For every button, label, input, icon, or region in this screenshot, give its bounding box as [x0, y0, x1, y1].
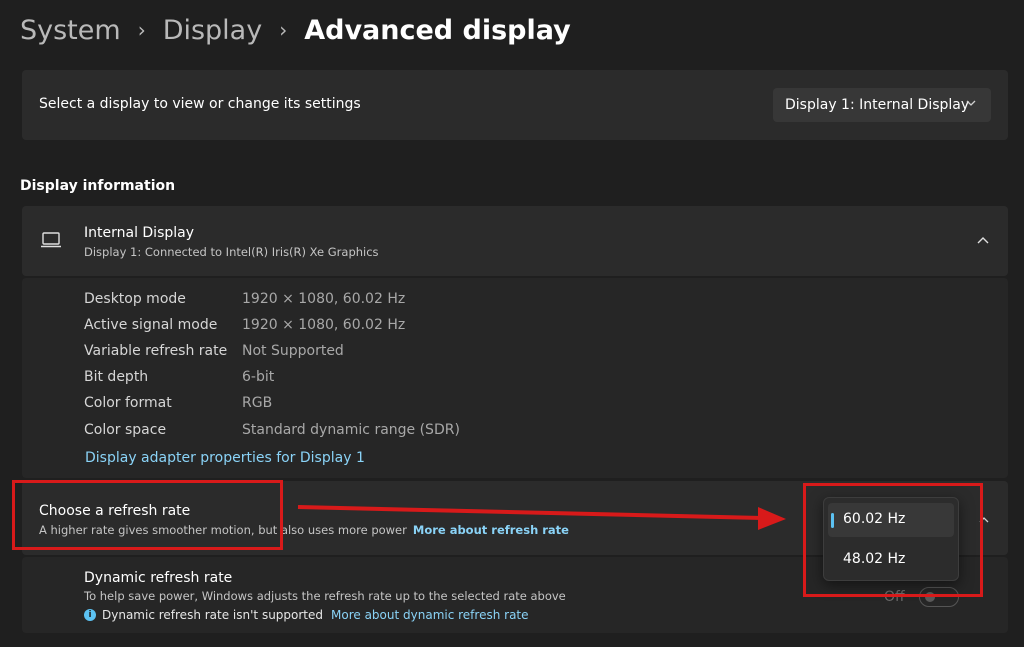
annotation-arrow — [297, 505, 786, 530]
